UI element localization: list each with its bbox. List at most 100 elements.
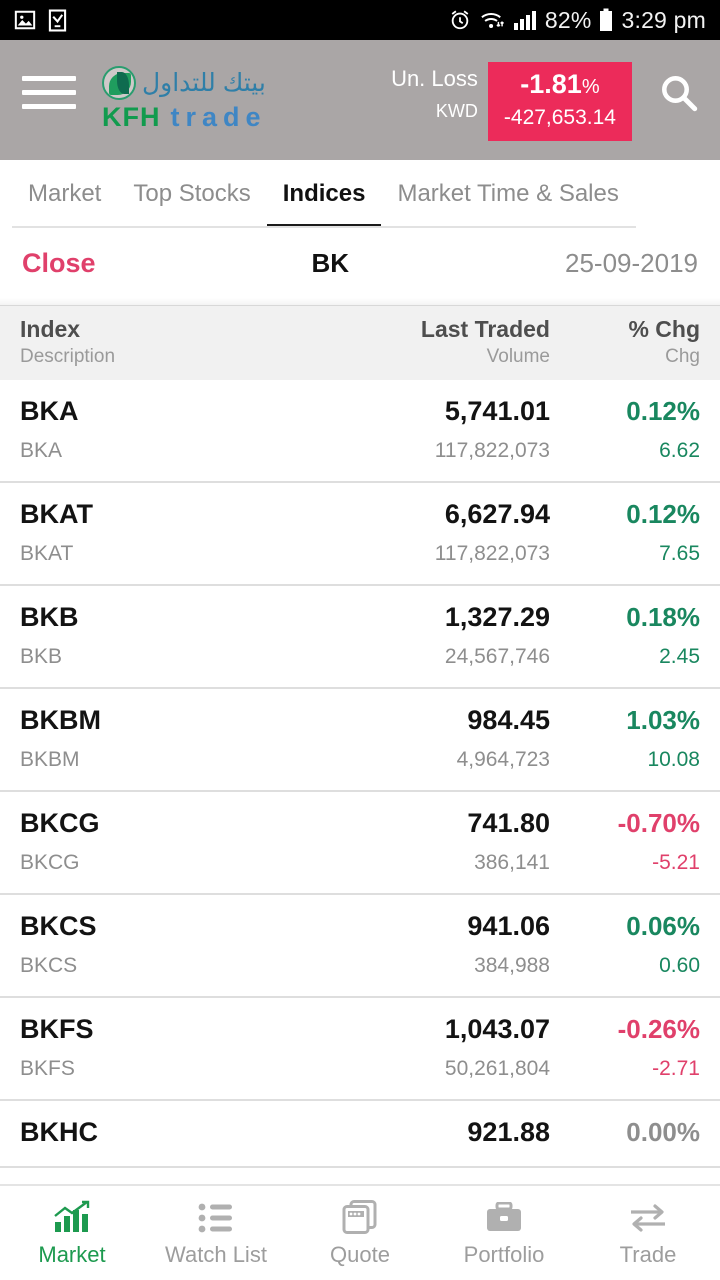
row-last-traded: 921.88 — [467, 1117, 550, 1147]
row-last-traded: 6,627.94 — [444, 499, 550, 529]
nav-item-trade[interactable]: Trade — [576, 1198, 720, 1268]
table-row[interactable]: BKCG 741.80 -0.70% BKCG 386,141 -5.21 — [0, 792, 720, 895]
row-description: BKCS — [20, 954, 78, 977]
row-description: BKAT — [20, 542, 74, 565]
table-row[interactable]: BKA 5,741.01 0.12% BKA 117,822,073 6.62 — [0, 380, 720, 483]
row-symbol: BKAT — [20, 499, 93, 529]
nav-label: Watch List — [165, 1242, 267, 1267]
table-row[interactable]: BKFS 1,043.07 -0.26% BKFS 50,261,804 -2.… — [0, 998, 720, 1101]
close-session-filter[interactable]: Close — [22, 248, 96, 279]
row-pct-change: 0.12% — [626, 499, 700, 529]
row-change: 7.65 — [659, 542, 700, 565]
logo-kfh-text: KFH — [102, 102, 161, 132]
row-volume: 24,567,746 — [444, 645, 550, 668]
row-symbol: BKCG — [20, 808, 100, 838]
exchange-icon — [628, 1198, 668, 1234]
column-header-index: Index — [20, 316, 81, 342]
tab-label: Market — [28, 180, 102, 207]
table-row[interactable]: BKB 1,327.29 0.18% BKB 24,567,746 2.45 — [0, 586, 720, 689]
list-icon — [198, 1198, 234, 1234]
column-header-pct-chg: % Chg — [628, 316, 700, 342]
hamburger-menu-icon[interactable] — [22, 76, 76, 109]
document-check-icon — [48, 8, 67, 32]
row-symbol: BKA — [20, 396, 79, 426]
briefcase-icon — [485, 1198, 523, 1234]
row-description: BKBM — [20, 748, 80, 771]
cards-icon — [342, 1198, 378, 1234]
pnl-value: -427,653.14 — [503, 106, 616, 129]
list-top-shadow — [0, 298, 720, 306]
nav-label: Quote — [330, 1242, 390, 1267]
row-volume: 384,988 — [474, 954, 550, 977]
bar-chart-icon — [53, 1198, 91, 1234]
nav-label: Trade — [619, 1242, 677, 1267]
tab-top-stocks[interactable]: Top Stocks — [117, 160, 266, 228]
nav-label: Market — [38, 1242, 106, 1267]
row-pct-change: -0.70% — [617, 808, 700, 838]
tab-label: Top Stocks — [133, 180, 251, 207]
row-volume: 4,964,723 — [456, 748, 550, 771]
kfh-leaf-icon — [102, 66, 136, 100]
table-column-headers: Index Last Traded % Chg Description Volu… — [0, 306, 720, 380]
row-volume: 50,261,804 — [444, 1057, 550, 1080]
section-tabs: Market Top Stocks Indices Market Time & … — [0, 160, 720, 228]
logo-trade-text: trade — [170, 102, 267, 132]
tab-indices[interactable]: Indices — [266, 160, 382, 228]
table-row[interactable]: BKHC 921.88 0.00% — [0, 1101, 720, 1168]
table-row[interactable]: BKAT 6,627.94 0.12% BKAT 117,822,073 7.6… — [0, 483, 720, 586]
row-pct-change: 0.12% — [626, 396, 700, 426]
nav-item-portfolio[interactable]: Portfolio — [432, 1198, 576, 1268]
battery-icon — [599, 8, 613, 32]
row-change: 2.45 — [659, 645, 700, 668]
pnl-currency: KWD — [435, 101, 478, 121]
row-change: 10.08 — [647, 748, 700, 771]
row-description: BKA — [20, 439, 63, 462]
row-pct-change: 0.00% — [626, 1117, 700, 1147]
row-last-traded: 1,043.07 — [444, 1014, 550, 1044]
table-row[interactable]: BKBM 984.45 1.03% BKBM 4,964,723 10.08 — [0, 689, 720, 792]
table-row[interactable]: BKCS 941.06 0.06% BKCS 384,988 0.60 — [0, 895, 720, 998]
row-symbol: BKFS — [20, 1014, 94, 1044]
unrealized-loss-widget[interactable]: Un. Loss KWD -1.81% -427,653.14 — [391, 62, 632, 141]
nav-item-quote[interactable]: Quote — [288, 1198, 432, 1268]
row-symbol: BKBM — [20, 705, 101, 735]
row-change: 6.62 — [659, 439, 700, 462]
row-symbol: BKCS — [20, 911, 97, 941]
row-volume: 117,822,073 — [434, 439, 550, 462]
row-symbol: BKHC — [20, 1117, 98, 1147]
row-last-traded: 941.06 — [467, 911, 550, 941]
bottom-navigation: Market Watch List Quote Portfolio Trade — [0, 1184, 720, 1280]
row-change: -2.71 — [652, 1057, 700, 1080]
row-change: 0.60 — [659, 954, 700, 977]
pnl-label: Un. Loss — [391, 66, 478, 91]
row-last-traded: 5,741.01 — [444, 396, 550, 426]
image-icon — [14, 9, 36, 31]
nav-item-market[interactable]: Market — [0, 1198, 144, 1268]
date-filter[interactable]: 25-09-2019 — [565, 248, 698, 279]
nav-item-watch-list[interactable]: Watch List — [144, 1198, 288, 1268]
row-volume: 386,141 — [474, 851, 550, 874]
row-last-traded: 741.80 — [467, 808, 550, 838]
search-icon[interactable] — [658, 72, 700, 119]
column-header-last-traded: Last Traded — [420, 316, 550, 342]
status-bar-right-icons: 82% 3:29 pm — [449, 7, 706, 34]
row-pct-change: -0.26% — [617, 1014, 700, 1044]
logo-arabic-text: بيتك للتداول — [142, 69, 266, 97]
clock-time: 3:29 pm — [621, 6, 706, 33]
signal-icon — [513, 10, 537, 30]
row-change: -5.21 — [652, 851, 700, 874]
pnl-badge: -1.81% -427,653.14 — [487, 62, 632, 141]
tab-market[interactable]: Market — [12, 160, 117, 228]
market-filter[interactable]: BK — [311, 248, 349, 279]
row-symbol: BKB — [20, 602, 79, 632]
app-header: بيتك للتداول KFH trade Un. Loss KWD -1.81… — [0, 40, 720, 160]
row-last-traded: 984.45 — [467, 705, 550, 735]
tab-market-time-and-sales[interactable]: Market Time & Sales — [381, 160, 634, 228]
wifi-icon — [479, 9, 505, 31]
pnl-percent: -1.81% — [520, 69, 600, 99]
filter-bar: Close BK 25-09-2019 — [0, 228, 720, 298]
column-subheader-description: Description — [20, 346, 116, 367]
column-subheader-volume: Volume — [486, 346, 550, 367]
row-pct-change: 0.06% — [626, 911, 700, 941]
battery-percent: 82% — [544, 6, 592, 33]
